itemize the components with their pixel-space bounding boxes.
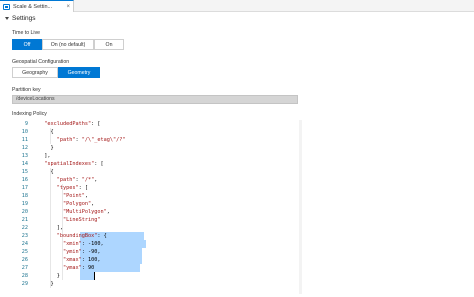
code-text: "ymin": -90,	[63, 249, 101, 255]
line-number: 9	[24, 121, 28, 127]
code-text: "ymax": 90	[63, 265, 95, 271]
code-text: }	[38, 281, 54, 287]
line-number: 18	[21, 193, 28, 199]
line-number: 29	[21, 281, 28, 287]
code-line: 15 {	[12, 168, 298, 176]
ttl-on-button[interactable]: On	[94, 39, 124, 50]
line-number: 15	[21, 169, 28, 175]
line-number: 16	[21, 177, 28, 183]
code-text: {	[38, 169, 54, 175]
settings-title: Settings	[12, 15, 36, 22]
line-number: 26	[21, 257, 28, 263]
chevron-down-icon	[5, 17, 9, 20]
code-text: "boundingBox": {	[56, 233, 107, 239]
code-text: }	[38, 273, 60, 279]
code-line: 18 "Point",	[12, 192, 298, 200]
code-text: "xmax": 100,	[63, 257, 101, 263]
code-line: 9 "excludedPaths": [	[12, 120, 298, 128]
code-text: ],	[38, 225, 63, 231]
code-line: 12 }	[12, 144, 298, 152]
code-line: 17 "types": [	[12, 184, 298, 192]
code-line: 16 "path": "/*",	[12, 176, 298, 184]
code-line: 21 "LineString"	[12, 216, 298, 224]
code-line: 11 "path": "/\"_etag\"/?"	[12, 136, 298, 144]
code-text: "Polygon",	[63, 201, 95, 207]
editor-scrollbar[interactable]	[299, 120, 302, 294]
line-number: 28	[21, 273, 28, 279]
code-line: 23 "boundingBox": {	[12, 232, 298, 240]
code-text: "spatialIndexes": [	[44, 161, 104, 167]
code-line: 27 "ymax": 90	[12, 264, 298, 272]
code-text: ],	[38, 153, 51, 159]
code-text: {	[38, 129, 54, 135]
code-text: "path": "/\"_etag\"/?"	[56, 137, 126, 143]
tab-label: Scale & Settin...	[12, 3, 53, 10]
code-line: 13 ],	[12, 152, 298, 160]
code-text: }	[38, 145, 54, 151]
code-line: 29 }	[12, 280, 298, 288]
line-number: 10	[21, 129, 28, 135]
indexing-policy-label: Indexing Policy	[12, 111, 47, 117]
geometry-button[interactable]: Geometry	[58, 67, 100, 78]
ttl-off-button[interactable]: Off	[12, 39, 42, 50]
code-text: "MultiPolygon",	[63, 209, 110, 215]
code-line: 22 ],	[12, 224, 298, 232]
line-number: 14	[21, 161, 28, 167]
code-text: "Point",	[63, 193, 88, 199]
partition-key-label: Partition key	[12, 87, 41, 93]
container-icon	[3, 3, 10, 10]
line-number: 13	[21, 153, 28, 159]
line-number: 22	[21, 225, 28, 231]
code-line: 28 }	[12, 272, 298, 280]
geography-button[interactable]: Geography	[12, 67, 58, 78]
partition-key-field: /deviceLocations	[12, 95, 298, 104]
code-text: "LineString"	[63, 217, 101, 223]
line-number: 17	[21, 185, 28, 191]
code-line: 10 {	[12, 128, 298, 136]
tab-scale-settings[interactable]: Scale & Settin... ×	[0, 0, 74, 12]
line-number: 19	[21, 201, 28, 207]
settings-section-header[interactable]: Settings	[5, 15, 36, 22]
line-number: 25	[21, 249, 28, 255]
code-line: 24 "xmin": -100,	[12, 240, 298, 248]
line-number: 11	[21, 137, 28, 143]
code-text: "types": [	[56, 185, 88, 191]
line-number: 24	[21, 241, 28, 247]
geospatial-label: Geospatial Configuration	[12, 59, 70, 65]
line-number: 12	[21, 145, 28, 151]
code-line: 26 "xmax": 100,	[12, 256, 298, 264]
indexing-policy-editor[interactable]: 9 "excludedPaths": [10 {11 "path": "/\"_…	[12, 120, 298, 294]
tab-strip: Scale & Settin... ×	[0, 0, 474, 12]
ttl-on-no-default-button[interactable]: On (no default)	[42, 39, 94, 50]
ttl-label: Time to Live	[12, 30, 41, 36]
line-number: 27	[21, 265, 28, 271]
code-line: 19 "Polygon",	[12, 200, 298, 208]
line-number: 21	[21, 217, 28, 223]
code-text: "path": "/*",	[56, 177, 98, 183]
code-text: "excludedPaths": [	[44, 121, 101, 127]
line-number: 23	[21, 233, 28, 239]
code-line: 25 "ymin": -90,	[12, 248, 298, 256]
code-line: 14 "spatialIndexes": [	[12, 160, 298, 168]
close-icon[interactable]: ×	[66, 4, 70, 10]
code-line: 20 "MultiPolygon",	[12, 208, 298, 216]
line-number: 20	[21, 209, 28, 215]
code-text: "xmin": -100,	[63, 241, 104, 247]
